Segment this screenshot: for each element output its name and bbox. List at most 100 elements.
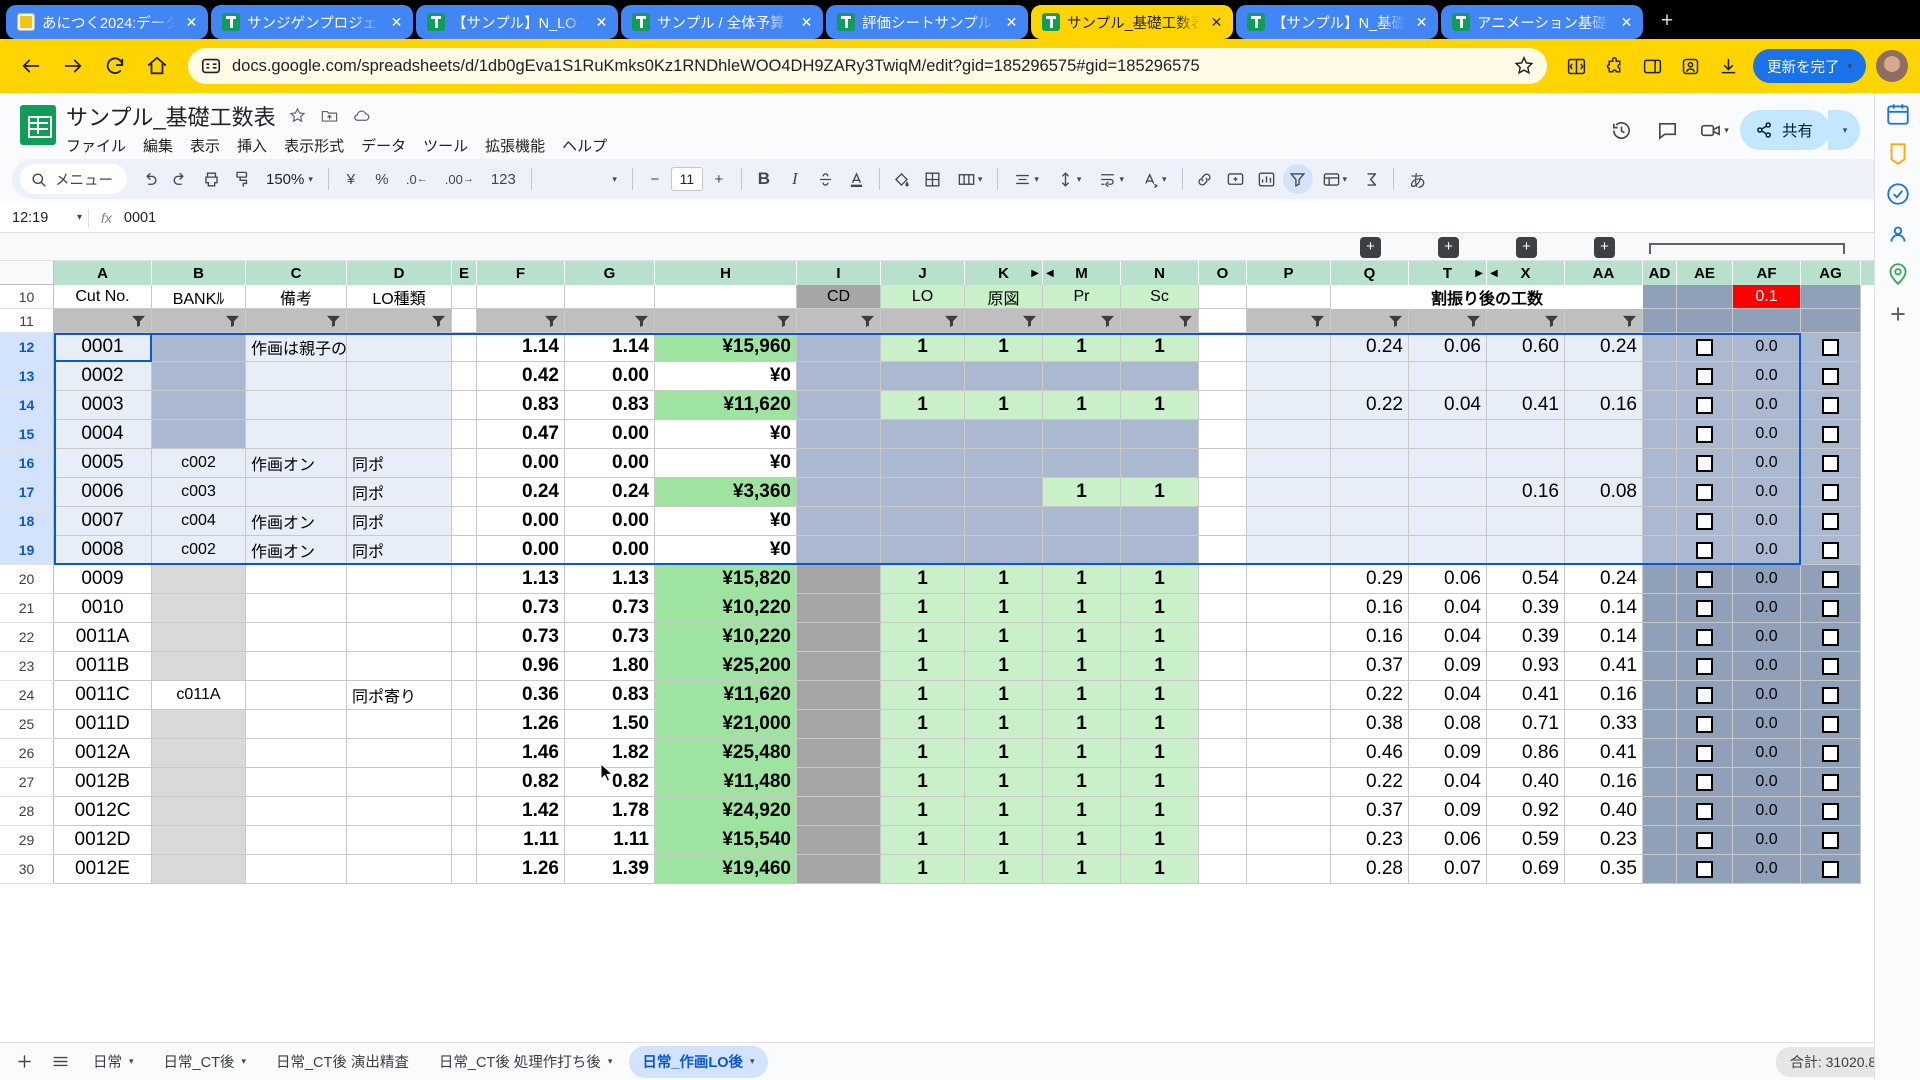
grid-cell[interactable]: 0.42 bbox=[477, 362, 565, 391]
grid-cell[interactable] bbox=[246, 710, 347, 739]
grid-cell[interactable]: 0007 bbox=[54, 507, 152, 536]
grid-cell[interactable] bbox=[452, 285, 477, 309]
merge-cells-button[interactable]: ▾ bbox=[949, 164, 991, 194]
grid-cell[interactable]: ¥10,220 bbox=[655, 594, 797, 623]
grid-cell[interactable] bbox=[1565, 420, 1643, 449]
grid-cell[interactable]: 1 bbox=[881, 623, 965, 652]
grid-cell[interactable]: 0.14 bbox=[1565, 623, 1643, 652]
grid-cell[interactable] bbox=[1643, 333, 1677, 362]
grid-cell[interactable]: 1.11 bbox=[565, 826, 655, 855]
checkbox[interactable] bbox=[1822, 599, 1839, 617]
grid-cell[interactable]: c011A bbox=[152, 681, 246, 710]
grid-cell[interactable]: ¥11,620 bbox=[655, 391, 797, 420]
borders-button[interactable] bbox=[918, 164, 948, 194]
sheet-tab-4[interactable]: 日常_作画LO後 ▾ bbox=[629, 1045, 768, 1078]
grid-cell[interactable] bbox=[246, 739, 347, 768]
grid-cell[interactable] bbox=[1121, 507, 1199, 536]
add-sheet-button[interactable] bbox=[8, 1046, 40, 1078]
grid-cell[interactable] bbox=[152, 652, 246, 681]
grid-cell[interactable] bbox=[1121, 449, 1199, 478]
grid-cell[interactable] bbox=[797, 449, 881, 478]
grid-cell[interactable] bbox=[1565, 507, 1643, 536]
maps-icon[interactable] bbox=[1885, 261, 1911, 287]
grid-cell[interactable]: 1 bbox=[881, 826, 965, 855]
column-header-O[interactable]: O bbox=[1199, 261, 1247, 285]
grid-cell[interactable] bbox=[1565, 449, 1643, 478]
grid-cell[interactable]: ¥25,480 bbox=[655, 739, 797, 768]
grid-cell[interactable]: 0.09 bbox=[1409, 797, 1487, 826]
column-header-M[interactable]: ◀ M bbox=[1043, 261, 1121, 285]
grid-cell[interactable]: 1.39 bbox=[565, 855, 655, 884]
grid-cell[interactable]: 0.07 bbox=[1409, 855, 1487, 884]
filter-icon[interactable] bbox=[1310, 314, 1325, 327]
grid-cell[interactable]: 1 bbox=[1043, 797, 1121, 826]
grid-cell[interactable] bbox=[1565, 536, 1643, 565]
grid-cell[interactable]: 0.33 bbox=[1565, 710, 1643, 739]
grid-cell[interactable]: 1 bbox=[1121, 797, 1199, 826]
grid-cell[interactable] bbox=[797, 309, 881, 333]
grid-cell[interactable]: 1 bbox=[1121, 855, 1199, 884]
checkbox[interactable] bbox=[1696, 802, 1713, 820]
grid-cell[interactable]: 0.0 bbox=[1733, 420, 1801, 449]
grid-cell[interactable] bbox=[1331, 362, 1409, 391]
grid-cell[interactable]: 0.59 bbox=[1487, 826, 1565, 855]
grid-cell[interactable]: ¥25,200 bbox=[655, 652, 797, 681]
grid-cell[interactable]: 0.0 bbox=[1733, 594, 1801, 623]
add-column-button-X[interactable]: + bbox=[1516, 237, 1537, 258]
grid-cell[interactable]: 0.16 bbox=[1331, 594, 1409, 623]
select-all-corner[interactable] bbox=[0, 261, 54, 285]
grid-cell[interactable] bbox=[452, 768, 477, 797]
row-header-13[interactable]: 13 bbox=[0, 362, 54, 391]
column-header-F[interactable]: F bbox=[477, 261, 565, 285]
grid-cell[interactable] bbox=[152, 623, 246, 652]
grid-cell[interactable]: 0012A bbox=[54, 739, 152, 768]
column-header-X[interactable]: ◀ X bbox=[1487, 261, 1565, 285]
grid-cell[interactable]: 0.14 bbox=[1565, 594, 1643, 623]
column-header-N[interactable]: N bbox=[1121, 261, 1199, 285]
strikethrough-button[interactable] bbox=[811, 164, 841, 194]
checkbox[interactable] bbox=[1696, 367, 1713, 385]
formula-input[interactable]: 0001 bbox=[124, 210, 156, 226]
grid-cell[interactable]: 1 bbox=[881, 739, 965, 768]
hidden-columns-right-icon[interactable]: ▶ bbox=[1475, 268, 1483, 279]
column-header-AG[interactable]: AG bbox=[1801, 261, 1861, 285]
grid-cell[interactable]: 0.16 bbox=[1565, 681, 1643, 710]
grid-cell[interactable] bbox=[797, 797, 881, 826]
grid-cell[interactable] bbox=[452, 652, 477, 681]
menu-item-0[interactable]: ファイル bbox=[66, 135, 126, 156]
grid-cell[interactable] bbox=[152, 768, 246, 797]
grid-cell[interactable] bbox=[1199, 391, 1247, 420]
grid-cell[interactable]: 作画オン bbox=[246, 449, 347, 478]
grid-cell[interactable]: 0.0 bbox=[1733, 362, 1801, 391]
grid-cell[interactable]: 1 bbox=[881, 391, 965, 420]
grid-cell[interactable]: c004 bbox=[152, 507, 246, 536]
grid-cell[interactable] bbox=[881, 420, 965, 449]
menu-item-4[interactable]: 表示形式 bbox=[284, 135, 344, 156]
checkbox[interactable] bbox=[1822, 860, 1839, 878]
grid-cell[interactable]: 0.00 bbox=[477, 536, 565, 565]
grid-cell[interactable]: c003 bbox=[152, 478, 246, 507]
grid-cell[interactable]: 0.0 bbox=[1733, 391, 1801, 420]
grid-cell[interactable] bbox=[246, 797, 347, 826]
checkbox[interactable] bbox=[1696, 831, 1713, 849]
grid-cell[interactable] bbox=[1409, 309, 1487, 333]
menu-item-2[interactable]: 表示 bbox=[190, 135, 220, 156]
grid-cell[interactable]: 1 bbox=[1043, 478, 1121, 507]
grid-cell[interactable]: 0.1 bbox=[1733, 285, 1801, 309]
grid-cell[interactable] bbox=[452, 797, 477, 826]
grid-cell[interactable] bbox=[1643, 739, 1677, 768]
filter-icon[interactable] bbox=[776, 314, 791, 327]
menu-item-1[interactable]: 編集 bbox=[143, 135, 173, 156]
checkbox[interactable] bbox=[1822, 367, 1839, 385]
grid-cell[interactable]: 0.00 bbox=[565, 536, 655, 565]
grid-cell[interactable] bbox=[797, 478, 881, 507]
grid-cell[interactable]: 1 bbox=[1121, 478, 1199, 507]
grid-cell[interactable]: 0.83 bbox=[565, 681, 655, 710]
grid-cell[interactable] bbox=[152, 333, 246, 362]
grid-cell[interactable]: 1 bbox=[881, 797, 965, 826]
text-rotation-button[interactable]: ▾ bbox=[1133, 164, 1175, 194]
grid-cell[interactable] bbox=[1487, 420, 1565, 449]
grid-cell[interactable]: 0.82 bbox=[477, 768, 565, 797]
checkbox[interactable] bbox=[1696, 454, 1713, 472]
grid-cell[interactable] bbox=[1409, 507, 1487, 536]
